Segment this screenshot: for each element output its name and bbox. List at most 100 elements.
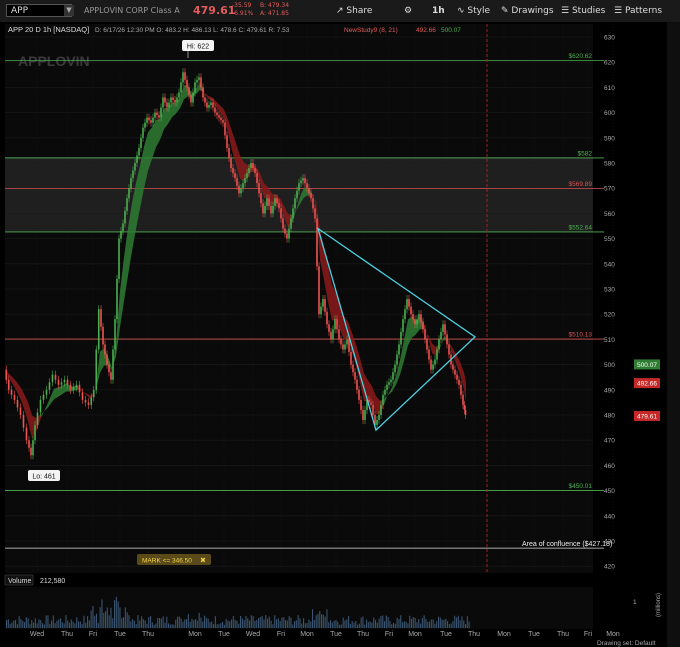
volume-value: 212,580 — [40, 578, 65, 585]
candle-body — [463, 404, 466, 410]
volume-bar — [213, 624, 215, 628]
volume-bar — [105, 611, 107, 628]
volume-bar — [364, 624, 366, 628]
candle-body — [370, 402, 372, 405]
volume-bar — [45, 615, 47, 628]
volume-bar — [126, 612, 128, 628]
bid-value: B: 479.34 — [260, 2, 290, 9]
volume-bar — [81, 624, 83, 628]
candle-body — [226, 135, 228, 148]
volume-bar — [461, 616, 463, 628]
volume-bar — [279, 621, 281, 628]
symbol-dropdown-icon[interactable]: ▼ — [64, 5, 74, 16]
volume-bar — [283, 617, 285, 628]
timeframe-button[interactable]: 1h — [432, 0, 445, 22]
time-tick-label: Tue — [218, 631, 230, 638]
studies-icon: ☰ — [561, 6, 570, 16]
candle-body — [60, 382, 63, 385]
volume-bar — [335, 619, 337, 628]
candle-body — [328, 324, 330, 332]
volume-bar — [367, 622, 369, 628]
candle-body — [120, 231, 122, 239]
candle-body — [412, 314, 414, 320]
volume-bar — [229, 621, 231, 628]
candle-body — [72, 387, 75, 390]
candle-body — [116, 278, 118, 320]
drawing-set-label[interactable]: Drawing set: Default — [597, 640, 656, 647]
volume-bar — [331, 622, 333, 628]
candle-body — [282, 218, 284, 229]
volume-bar — [36, 623, 38, 628]
candle-body — [156, 112, 158, 116]
volume-bar — [447, 621, 449, 628]
candle-body — [204, 97, 206, 103]
price-chart[interactable]: APPLOVIN APP 20 D 1h [NASDAQ] D: 6/17/26… — [0, 22, 667, 647]
price-tick-label: 540 — [604, 261, 615, 268]
candle-body — [87, 402, 90, 405]
volume-bar — [209, 622, 211, 628]
time-tick-label: Fri — [89, 631, 98, 638]
gear-icon: ⚙ — [404, 6, 413, 16]
volume-bar — [434, 623, 436, 628]
volume-bar — [216, 624, 218, 628]
price-tick-label: 530 — [604, 287, 615, 294]
candle-body — [388, 382, 390, 385]
volume-bar — [252, 616, 254, 628]
volume-bar — [117, 601, 119, 628]
price-tick-label: 450 — [604, 488, 615, 495]
candle-body — [140, 137, 142, 148]
high-label: Hi: 622 — [187, 44, 209, 51]
candle-body — [406, 299, 408, 310]
pencil-icon: ✎ — [501, 6, 509, 16]
volume-bar — [173, 624, 175, 628]
candle-body — [440, 331, 442, 340]
volume-bar — [418, 619, 420, 628]
candle-body — [142, 127, 144, 138]
volume-bar — [85, 622, 87, 628]
volume-bar — [303, 618, 305, 628]
studies-button[interactable]: ☰ Studies — [561, 0, 605, 22]
candle-body — [462, 394, 464, 405]
volume-bar — [375, 620, 377, 628]
volume-bar — [189, 621, 191, 628]
volume-bar — [159, 618, 161, 628]
candle-body — [360, 399, 362, 410]
volume-bar — [87, 616, 89, 628]
symbol-input[interactable]: APP — [6, 4, 72, 17]
candle-body — [272, 205, 274, 214]
time-tick-label: Thu — [357, 631, 369, 638]
candle-body — [160, 107, 162, 118]
candle-body — [146, 117, 148, 123]
close-icon[interactable]: ✖ — [200, 558, 206, 565]
volume-bar — [162, 616, 164, 628]
candle-body — [436, 349, 438, 360]
candle-body — [252, 163, 254, 169]
style-button[interactable]: ∿ Style — [457, 0, 490, 22]
time-tick-label: Thu — [468, 631, 480, 638]
volume-bar — [137, 615, 139, 628]
time-tick-label: Fri — [277, 631, 286, 638]
volume-bar — [114, 600, 116, 628]
volume-bar — [259, 617, 261, 628]
patterns-icon: ☰ — [614, 6, 623, 16]
drawings-button[interactable]: ✎ Drawings — [501, 0, 554, 22]
candle-body — [198, 77, 200, 80]
share-button[interactable]: ↗ Share — [336, 0, 372, 22]
patterns-button[interactable]: ☰ Patterns — [614, 0, 662, 22]
candle-body — [166, 102, 168, 108]
volume-bar — [385, 615, 387, 628]
volume-bar — [144, 620, 146, 628]
volume-bar — [76, 617, 78, 628]
volume-bar — [430, 619, 432, 628]
settings-button[interactable]: ⚙ — [404, 0, 412, 22]
volume-bar — [153, 624, 155, 628]
candle-body — [338, 329, 340, 340]
candle-body — [402, 319, 404, 332]
volume-bar — [394, 623, 396, 628]
candle-body — [308, 188, 310, 194]
candle-body — [322, 299, 324, 307]
price-badge-text: 479.61 — [637, 413, 657, 420]
candle-body — [458, 379, 460, 385]
candle-body — [400, 331, 402, 345]
study-value-2: 500.07 — [441, 27, 461, 34]
